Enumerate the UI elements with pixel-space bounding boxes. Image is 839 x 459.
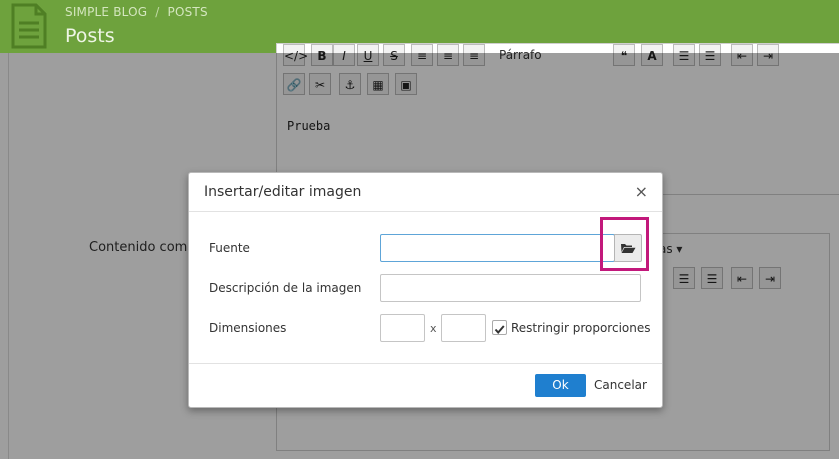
constrain-checkbox[interactable] <box>492 320 507 335</box>
constrain-label[interactable]: Restringir proporciones <box>511 321 650 335</box>
source-input[interactable] <box>380 234 615 262</box>
width-input[interactable] <box>380 314 425 342</box>
cancel-button[interactable]: Cancelar <box>594 378 647 392</box>
breadcrumb-separator: / <box>155 5 160 19</box>
dialog-title: Insertar/editar imagen <box>204 184 362 200</box>
dimensions-label: Dimensiones <box>209 321 287 335</box>
ok-button[interactable]: Ok <box>535 374 586 397</box>
dialog-header: Insertar/editar imagen × <box>189 173 662 212</box>
close-icon: × <box>634 182 648 201</box>
close-button[interactable]: × <box>635 182 648 201</box>
page-title: Posts <box>65 25 115 47</box>
source-label: Fuente <box>209 241 250 255</box>
description-label: Descripción de la imagen <box>209 281 362 295</box>
insert-image-dialog: Insertar/editar imagen × Fuente Descripc… <box>188 172 663 408</box>
height-input[interactable] <box>441 314 486 342</box>
breadcrumb: SIMPLE BLOG / POSTS <box>65 5 208 19</box>
description-input[interactable] <box>380 274 641 302</box>
breadcrumb-simple-blog[interactable]: SIMPLE BLOG <box>65 5 147 19</box>
dialog-footer-divider <box>189 363 662 364</box>
highlight-box <box>600 217 649 271</box>
checkmark-icon <box>494 325 505 335</box>
dimensions-separator: x <box>430 322 437 335</box>
document-icon <box>11 3 47 49</box>
breadcrumb-posts[interactable]: POSTS <box>168 5 208 19</box>
